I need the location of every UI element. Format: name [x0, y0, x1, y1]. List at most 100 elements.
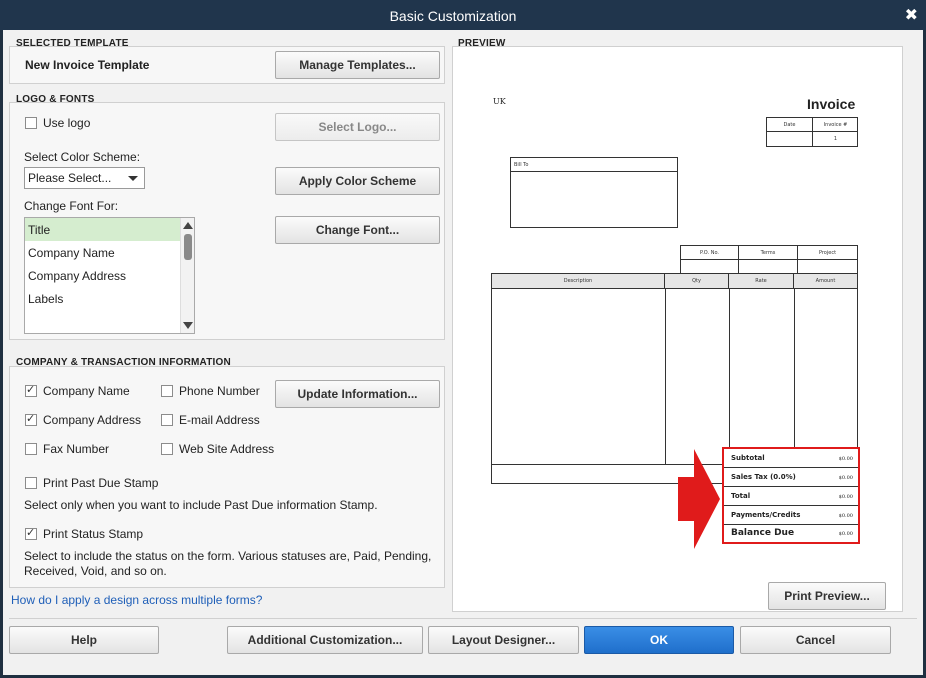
sales-tax-row: Sales Tax (0.0%) $0.00 — [724, 468, 858, 487]
subtotal-value: $0.00 — [838, 456, 853, 462]
use-logo-checkbox[interactable]: Use logo — [25, 116, 90, 130]
apply-color-scheme-button[interactable]: Apply Color Scheme — [275, 167, 440, 195]
dialog-body: SELECTED TEMPLATE New Invoice Template M… — [3, 30, 923, 675]
total-value: $0.00 — [838, 494, 853, 500]
template-name: New Invoice Template — [25, 58, 150, 72]
invoice-no-value: 1 — [833, 136, 838, 142]
bill-to-box: Bill To — [510, 157, 678, 228]
color-scheme-select[interactable]: Please Select... — [24, 167, 145, 189]
status-stamp-label: Print Status Stamp — [43, 527, 144, 541]
font-item-labels[interactable]: Labels — [25, 287, 181, 310]
po-terms-table: P.O. No. Terms Project — [680, 245, 858, 275]
payments-row: Payments/Credits $0.00 — [724, 506, 858, 525]
phone-number-label: Phone Number — [179, 384, 260, 398]
totals-box: Subtotal $0.00 Sales Tax (0.0%) $0.00 To… — [722, 447, 860, 544]
qty-divider — [665, 289, 666, 464]
phone-number-box[interactable] — [161, 385, 173, 397]
rate-divider — [729, 289, 730, 464]
window-title: Basic Customization — [389, 8, 517, 24]
balance-due-row: Balance Due $0.00 — [724, 525, 858, 542]
select-logo-button[interactable]: Select Logo... — [275, 113, 440, 141]
ok-button[interactable]: OK — [584, 626, 734, 654]
company-address-box[interactable] — [25, 412, 37, 426]
use-logo-label: Use logo — [43, 116, 91, 130]
email-address-label: E-mail Address — [179, 413, 260, 427]
date-header: Date — [767, 118, 813, 132]
font-item-company-address[interactable]: Company Address — [25, 264, 181, 287]
past-due-label: Print Past Due Stamp — [43, 476, 159, 490]
web-site-label: Web Site Address — [179, 442, 275, 456]
color-scheme-label: Select Color Scheme: — [24, 150, 141, 164]
use-logo-box[interactable] — [25, 117, 37, 129]
font-list-scrollbar[interactable] — [180, 218, 194, 333]
col-description: Description — [492, 274, 665, 289]
company-address-label: Company Address — [43, 413, 142, 427]
payments-value: $0.00 — [838, 513, 853, 519]
col-qty: Qty — [665, 274, 729, 289]
title-bar: Basic Customization ✖ — [0, 0, 926, 30]
project-value — [798, 260, 857, 274]
col-amount: Amount — [794, 274, 857, 289]
total-label: Total — [731, 492, 751, 500]
font-target-listbox[interactable]: Title Company Name Company Address Label… — [24, 217, 195, 334]
update-information-button[interactable]: Update Information... — [275, 380, 440, 408]
font-item-title[interactable]: Title — [25, 218, 181, 241]
scroll-down-icon[interactable] — [183, 322, 193, 329]
payments-label: Payments/Credits — [731, 511, 801, 519]
subtotal-label: Subtotal — [731, 454, 765, 462]
amount-divider — [794, 289, 795, 464]
fax-number-label: Fax Number — [43, 442, 110, 456]
terms-value — [739, 260, 798, 274]
sales-tax-value: $0.00 — [838, 475, 853, 481]
fax-number-checkbox[interactable]: Fax Number — [25, 442, 109, 456]
font-item-company-name[interactable]: Company Name — [25, 241, 181, 264]
phone-number-checkbox[interactable]: Phone Number — [161, 384, 260, 398]
basic-customization-window: Basic Customization ✖ SELECTED TEMPLATE … — [0, 0, 926, 678]
change-font-button[interactable]: Change Font... — [275, 216, 440, 244]
sales-tax-label: Sales Tax (0.0%) — [731, 473, 796, 481]
col-rate: Rate — [729, 274, 794, 289]
past-due-stamp-checkbox[interactable]: Print Past Due Stamp — [25, 476, 158, 490]
date-value — [767, 132, 813, 146]
past-due-box[interactable] — [25, 477, 37, 489]
company-name-checkbox[interactable]: Company Name — [25, 383, 130, 398]
date-invoice-table: Date Invoice # 1 — [766, 117, 858, 147]
web-site-checkbox[interactable]: Web Site Address — [161, 442, 274, 456]
help-button[interactable]: Help — [9, 626, 159, 654]
company-address-checkbox[interactable]: Company Address — [25, 412, 142, 427]
chevron-down-icon — [128, 176, 138, 181]
preview-company: UK — [493, 97, 506, 106]
past-due-help-text: Select only when you want to include Pas… — [24, 498, 378, 512]
email-address-box[interactable] — [161, 414, 173, 426]
company-name-label: Company Name — [43, 384, 130, 398]
layout-designer-button[interactable]: Layout Designer... — [428, 626, 579, 654]
scroll-up-icon[interactable] — [183, 222, 193, 229]
manage-templates-button[interactable]: Manage Templates... — [275, 51, 440, 79]
print-preview-button[interactable]: Print Preview... — [768, 582, 886, 610]
invoice-preview: UK Invoice Date Invoice # 1 Bill To P.O.… — [452, 46, 903, 612]
fax-number-box[interactable] — [25, 443, 37, 455]
status-help-line-1: Select to include the status on the form… — [24, 549, 432, 563]
po-value — [681, 260, 739, 274]
footer-divider — [9, 618, 917, 619]
balance-due-label: Balance Due — [731, 528, 795, 538]
bill-to-header: Bill To — [511, 158, 677, 172]
email-address-checkbox[interactable]: E-mail Address — [161, 413, 260, 427]
red-arrow-icon — [678, 449, 720, 549]
total-row: Total $0.00 — [724, 487, 858, 506]
project-header: Project — [798, 246, 857, 260]
change-font-label: Change Font For: — [24, 199, 119, 213]
invoice-no-header: Invoice # — [813, 118, 858, 132]
company-name-box[interactable] — [25, 383, 37, 397]
cancel-button[interactable]: Cancel — [740, 626, 891, 654]
scroll-thumb[interactable] — [184, 234, 192, 260]
terms-header: Terms — [739, 246, 798, 260]
help-link[interactable]: How do I apply a design across multiple … — [11, 593, 262, 607]
additional-customization-button[interactable]: Additional Customization... — [227, 626, 423, 654]
subtotal-row: Subtotal $0.00 — [724, 449, 858, 468]
status-stamp-checkbox[interactable]: Print Status Stamp — [25, 526, 144, 541]
balance-due-value: $0.00 — [838, 531, 853, 537]
close-icon[interactable]: ✖ — [905, 5, 918, 25]
web-site-box[interactable] — [161, 443, 173, 455]
status-stamp-box[interactable] — [25, 526, 37, 540]
